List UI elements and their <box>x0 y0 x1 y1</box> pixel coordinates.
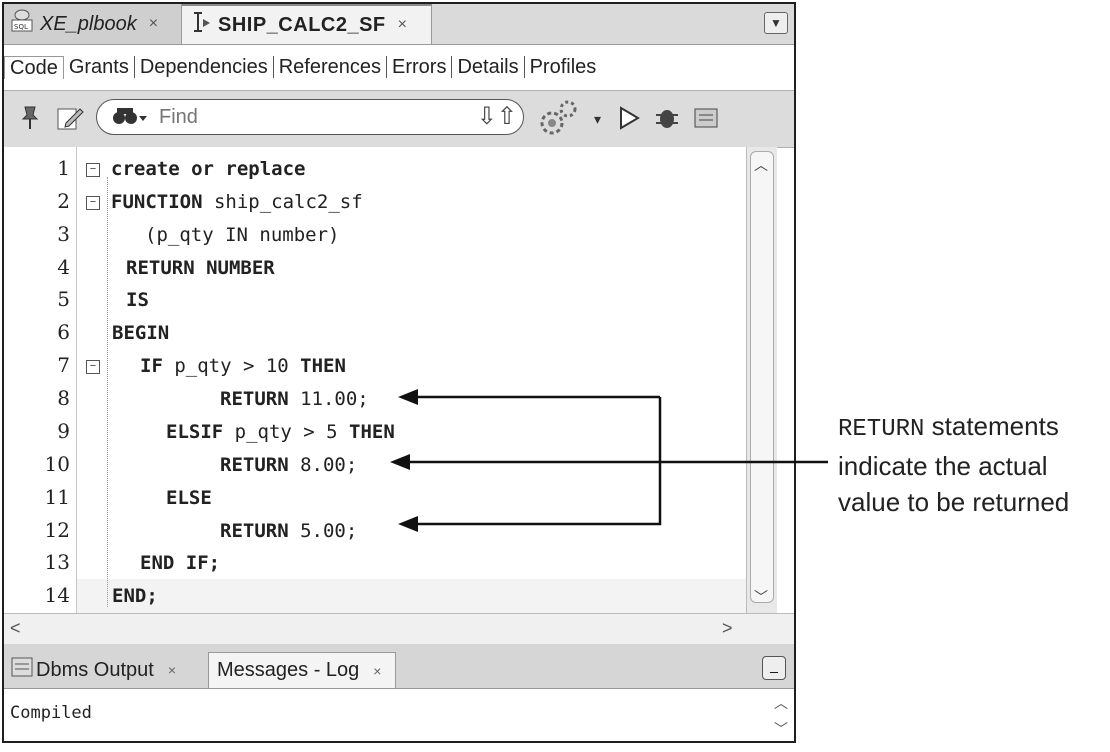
close-icon[interactable]: × <box>149 15 158 33</box>
code-line-8: RETURN 11.00; <box>220 388 369 410</box>
tab-profiles[interactable]: Profiles <box>525 56 602 78</box>
line-number: 8 <box>57 386 70 410</box>
tab-dbms-output[interactable]: Dbms Output × <box>4 652 202 688</box>
debug-icon[interactable] <box>654 105 680 137</box>
line-number: 12 <box>44 518 70 542</box>
tab-messages-log[interactable]: Messages - Log × <box>208 652 396 688</box>
line-number: 13 <box>44 550 70 574</box>
annotation-line-1: RETURN statements <box>838 411 1059 443</box>
find-down-icon[interactable]: ⇩ <box>477 103 497 130</box>
scroll-up-icon[interactable]: ︿ <box>754 155 768 175</box>
line-number: 2 <box>57 189 70 213</box>
svg-text:SQL: SQL <box>14 23 28 31</box>
find-field[interactable]: ⇩⇧ <box>96 99 524 135</box>
function-icon <box>188 9 214 41</box>
line-number-gutter: 1 2 3 4 5 6 7 8 9 10 11 12 13 14 <box>4 147 77 613</box>
annotation-line-3: value to be returned <box>838 487 1070 517</box>
tab-dependencies[interactable]: Dependencies <box>135 56 274 78</box>
tab-grants[interactable]: Grants <box>64 56 135 78</box>
line-number: 10 <box>44 452 70 476</box>
code-line-9: ELSIF p_qty > 5 THEN <box>166 421 395 443</box>
line-number: 4 <box>57 255 70 279</box>
fold-guide <box>107 177 108 607</box>
pin-icon[interactable] <box>18 105 42 137</box>
tab-label: Dbms Output <box>36 658 154 681</box>
scroll-thumb[interactable] <box>750 151 774 603</box>
chevron-down-icon[interactable]: ▾ <box>594 111 601 128</box>
line-number: 9 <box>57 419 70 443</box>
editor-toolbar: ⇩⇧ ▾ <box>4 90 794 148</box>
log-panel-tabs: Dbms Output × Messages - Log × _ <box>4 644 794 689</box>
line-number: 5 <box>57 287 70 311</box>
scroll-up-icon[interactable]: ︿ <box>774 693 788 713</box>
line-number: 1 <box>57 156 70 180</box>
tab-list-dropdown-button[interactable]: ▼ <box>764 12 788 34</box>
gears-icon[interactable] <box>536 99 582 145</box>
tab-references[interactable]: References <box>274 56 387 78</box>
code-line-13: END IF; <box>140 552 221 574</box>
binoculars-icon[interactable] <box>111 104 149 136</box>
messages-log-output: Compiled ︿ ﹀ <box>4 689 794 741</box>
find-input[interactable] <box>157 104 421 130</box>
line-number: 7 <box>57 353 70 377</box>
profile-icon[interactable] <box>692 105 722 137</box>
scroll-down-icon[interactable]: ﹀ <box>774 719 788 739</box>
vertical-scrollbar[interactable]: ︿ ﹀ <box>746 147 777 613</box>
minimize-button[interactable]: _ <box>762 656 786 680</box>
code-line-10: RETURN 8.00; <box>220 454 358 476</box>
sql-worksheet-icon: SQL <box>10 8 36 40</box>
run-icon[interactable] <box>616 105 642 137</box>
tab-label: XE_plbook <box>40 12 137 35</box>
return-statements-annotation: RETURN statements indicate the actual va… <box>838 408 1069 520</box>
tab-code[interactable]: Code <box>4 55 64 79</box>
sql-developer-window: SQL XE_plbook × SHIP_CALC2_SF × ▼ Code G… <box>2 2 796 743</box>
tab-label: Messages - Log <box>217 659 360 681</box>
code-line-2: FUNCTION ship_calc2_sf <box>111 191 363 213</box>
tab-details[interactable]: Details <box>452 56 525 78</box>
code-line-11: ELSE <box>166 487 212 509</box>
scroll-left-icon[interactable]: < <box>10 618 21 639</box>
code-line-12: RETURN 5.00; <box>220 520 358 542</box>
annotation-line-2: indicate the actual <box>838 451 1048 481</box>
code-line-3: (p_qty IN number) <box>145 224 340 246</box>
code-line-6: BEGIN <box>112 322 170 344</box>
current-line-highlight <box>77 579 746 613</box>
find-up-icon[interactable]: ⇧ <box>497 103 517 130</box>
code-line-4: RETURN NUMBER <box>126 257 275 279</box>
scroll-down-icon[interactable]: ﹀ <box>754 587 768 607</box>
code-line-5: IS <box>126 289 149 311</box>
close-icon[interactable]: × <box>168 662 176 678</box>
code-line-14: END; <box>112 585 158 607</box>
tab-ship-calc2-sf[interactable]: SHIP_CALC2_SF × <box>182 4 432 44</box>
document-tab-bar: SQL XE_plbook × SHIP_CALC2_SF × ▼ <box>4 4 794 45</box>
horizontal-scrollbar[interactable]: < > <box>4 613 794 644</box>
line-number: 3 <box>57 222 70 246</box>
fold-toggle[interactable]: − <box>86 360 100 374</box>
close-icon[interactable]: × <box>373 663 381 679</box>
log-message: Compiled <box>10 703 92 723</box>
code-editor[interactable]: 1 2 3 4 5 6 7 8 9 10 11 12 13 14 − − − c… <box>4 147 746 613</box>
scroll-right-icon[interactable]: > <box>722 618 733 639</box>
tab-xe-plbook[interactable]: SQL XE_plbook × <box>4 4 182 44</box>
line-number: 14 <box>44 583 70 607</box>
tab-errors[interactable]: Errors <box>387 56 453 78</box>
line-number: 11 <box>44 485 70 509</box>
code-line-1: create or replace <box>111 158 306 180</box>
edit-icon[interactable] <box>56 105 84 137</box>
fold-toggle[interactable]: − <box>86 196 100 210</box>
line-number: 6 <box>57 320 70 344</box>
code-line-7: IF p_qty > 10 THEN <box>140 355 346 377</box>
close-icon[interactable]: × <box>398 16 407 34</box>
editor-subtabs: Code Grants Dependencies References Erro… <box>4 45 794 89</box>
tab-label: SHIP_CALC2_SF <box>218 13 386 36</box>
dbms-output-icon <box>10 655 34 685</box>
fold-toggle[interactable]: − <box>86 163 100 177</box>
